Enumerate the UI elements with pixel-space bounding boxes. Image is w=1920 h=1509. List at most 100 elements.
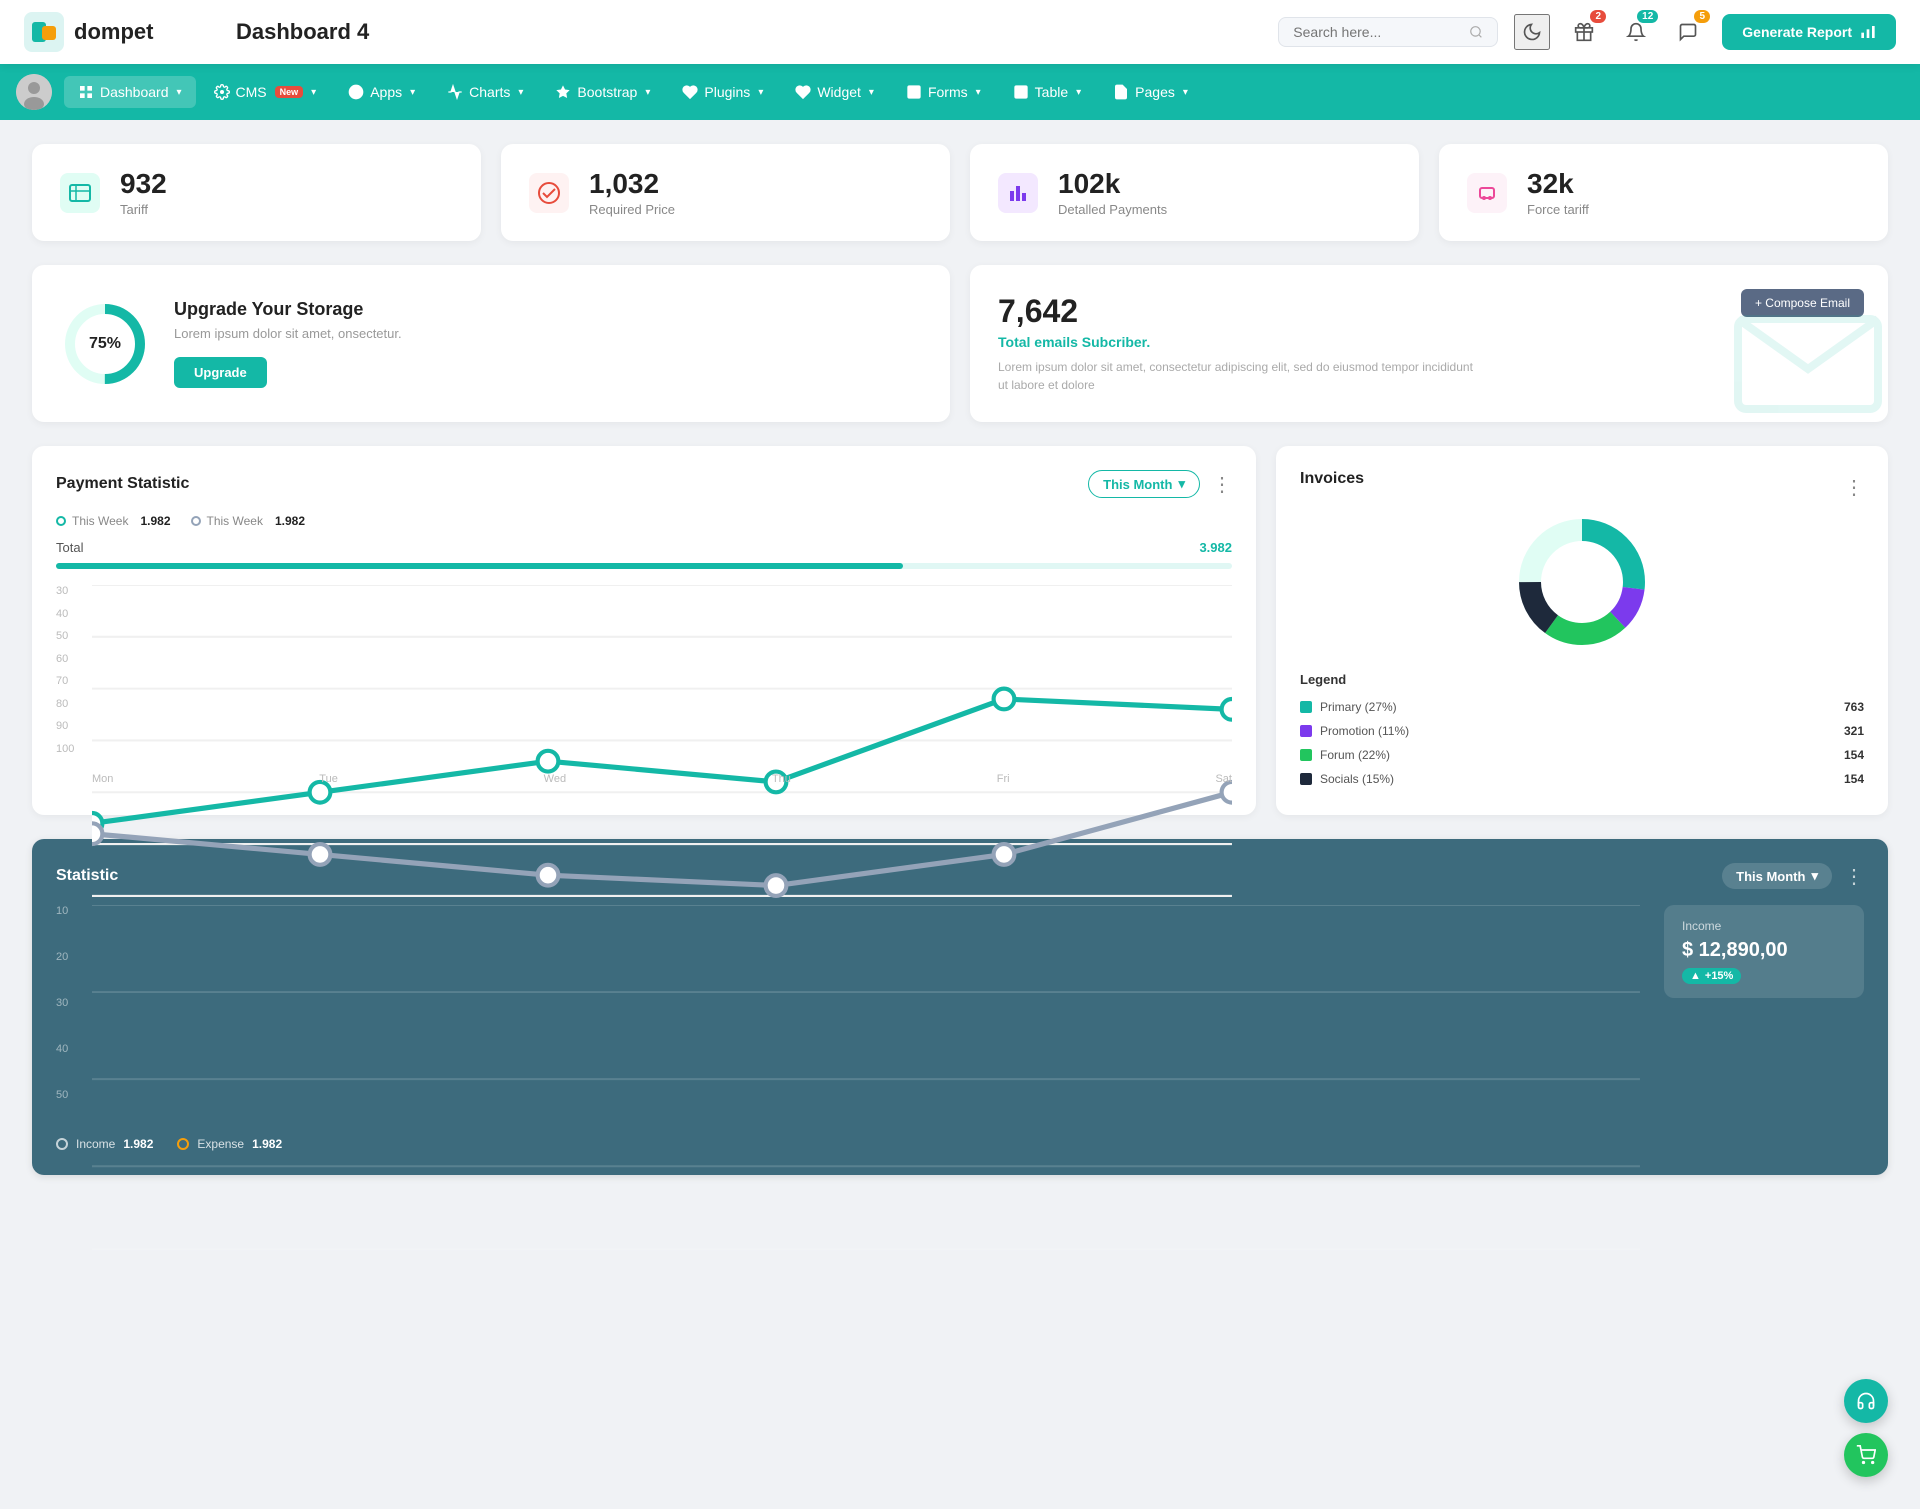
charts-chevron: ▾ bbox=[518, 87, 523, 98]
bell-btn[interactable]: 12 bbox=[1618, 14, 1654, 50]
bar-chart-icon bbox=[1860, 24, 1876, 40]
chart-legend: This Week 1.982 This Week 1.982 bbox=[56, 514, 1232, 528]
header: dompet Dashboard 4 2 12 5 Generate Repor… bbox=[0, 0, 1920, 64]
navbar: Dashboard ▾ CMS New ▾ Apps ▾ Charts ▾ Bo… bbox=[0, 64, 1920, 120]
month-select-btn[interactable]: This Month ▾ bbox=[1088, 470, 1200, 498]
generate-report-btn[interactable]: Generate Report bbox=[1722, 14, 1896, 50]
moon-icon bbox=[1522, 22, 1542, 42]
cms-icon bbox=[214, 84, 230, 100]
stat-card-required-price: 1,032 Required Price bbox=[501, 144, 950, 241]
payment-chart-title: Payment Statistic bbox=[56, 475, 189, 493]
bootstrap-chevron: ▾ bbox=[645, 87, 650, 98]
income-badge: ▲ +15% bbox=[1682, 968, 1741, 984]
avatar-image bbox=[16, 74, 52, 110]
search-bar[interactable] bbox=[1278, 17, 1498, 47]
fab-support-btn[interactable] bbox=[1844, 1379, 1888, 1423]
middle-row: 75% Upgrade Your Storage Lorem ipsum dol… bbox=[32, 265, 1888, 422]
invoice-more-btn[interactable]: ⋮ bbox=[1844, 475, 1864, 500]
stat-y-labels: 50 40 30 20 10 bbox=[56, 905, 84, 1101]
legend-title: Legend bbox=[1300, 672, 1864, 687]
logo: dompet bbox=[24, 12, 204, 52]
forms-icon bbox=[906, 84, 922, 100]
nav-item-cms[interactable]: CMS New ▾ bbox=[200, 76, 331, 108]
chart-invoice-row: Payment Statistic This Month ▾ ⋮ This We… bbox=[32, 446, 1888, 815]
income-box: Income $ 12,890,00 ▲ +15% bbox=[1664, 905, 1864, 998]
email-envelope-icon bbox=[1728, 299, 1888, 422]
gift-btn[interactable]: 2 bbox=[1566, 14, 1602, 50]
nav-item-dashboard[interactable]: Dashboard ▾ bbox=[64, 76, 196, 108]
page-title: Dashboard 4 bbox=[236, 19, 1278, 45]
table-chevron: ▾ bbox=[1076, 87, 1081, 98]
nav-item-bootstrap[interactable]: Bootstrap ▾ bbox=[541, 76, 664, 108]
legend-row-primary: Primary (27%) 763 bbox=[1300, 695, 1864, 719]
upgrade-btn[interactable]: Upgrade bbox=[174, 357, 267, 388]
nav-item-table[interactable]: Table ▾ bbox=[999, 76, 1096, 108]
legend-item-2: This Week 1.982 bbox=[191, 514, 306, 528]
invoice-card: Invoices ⋮ Legend bbox=[1276, 446, 1888, 815]
statistic-more-btn[interactable]: ⋮ bbox=[1844, 864, 1864, 889]
statistic-controls: This Month ▾ ⋮ bbox=[1722, 863, 1864, 889]
stats-grid: 932 Tariff 1,032 Required Price 102k Det… bbox=[32, 144, 1888, 241]
nav-item-widget[interactable]: Widget ▾ bbox=[781, 76, 888, 108]
cms-chevron: ▾ bbox=[311, 87, 316, 98]
widget-chevron: ▾ bbox=[869, 87, 874, 98]
primary-color bbox=[1300, 701, 1312, 713]
stat-month-chevron: ▾ bbox=[1811, 868, 1818, 884]
storage-description: Lorem ipsum dolor sit amet, onsectetur. bbox=[174, 326, 402, 341]
stat-card-detailed-payments: 102k Detalled Payments bbox=[970, 144, 1419, 241]
required-price-icon bbox=[525, 169, 573, 217]
bell-badge: 12 bbox=[1637, 10, 1658, 23]
legend-dot-1 bbox=[56, 516, 66, 526]
forms-chevron: ▾ bbox=[976, 87, 981, 98]
force-tariff-number: 32k bbox=[1527, 168, 1589, 200]
chart-progress-bg bbox=[56, 563, 1232, 569]
plugins-icon bbox=[682, 84, 698, 100]
invoice-donut bbox=[1300, 512, 1864, 652]
chat-icon bbox=[1678, 22, 1698, 42]
bar-chart-bars bbox=[92, 905, 1640, 1101]
cms-new-badge: New bbox=[275, 86, 304, 98]
logo-icon bbox=[24, 12, 64, 52]
nav-item-pages[interactable]: Pages ▾ bbox=[1099, 76, 1202, 108]
income-box-label: Income bbox=[1682, 919, 1846, 933]
dashboard-chevron: ▾ bbox=[177, 87, 182, 98]
invoice-title: Invoices bbox=[1300, 470, 1364, 488]
storage-percent: 75% bbox=[89, 335, 121, 353]
chart-more-btn[interactable]: ⋮ bbox=[1212, 472, 1232, 497]
tariff-label: Tariff bbox=[120, 202, 167, 217]
dark-mode-btn[interactable] bbox=[1514, 14, 1550, 50]
chart-total-row: Total 3.982 bbox=[56, 540, 1232, 555]
nav-item-plugins[interactable]: Plugins ▾ bbox=[668, 76, 777, 108]
detailed-payments-number: 102k bbox=[1058, 168, 1167, 200]
gift-icon bbox=[1574, 22, 1594, 42]
force-tariff-info: 32k Force tariff bbox=[1527, 168, 1589, 217]
income-box-amount: $ 12,890,00 bbox=[1682, 939, 1846, 962]
legend-row-forum: Forum (22%) 154 bbox=[1300, 743, 1864, 767]
stat-card-force-tariff: 32k Force tariff bbox=[1439, 144, 1888, 241]
socials-color bbox=[1300, 773, 1312, 785]
tariff-icon bbox=[56, 169, 104, 217]
plugins-chevron: ▾ bbox=[758, 87, 763, 98]
x-labels: Mon Tue Wed Thu Fri Sat bbox=[92, 773, 1232, 785]
stat-card-tariff: 932 Tariff bbox=[32, 144, 481, 241]
stat-month-btn[interactable]: This Month ▾ bbox=[1722, 863, 1832, 889]
nav-item-charts[interactable]: Charts ▾ bbox=[433, 76, 537, 108]
storage-card: 75% Upgrade Your Storage Lorem ipsum dol… bbox=[32, 265, 950, 422]
pages-chevron: ▾ bbox=[1183, 87, 1188, 98]
invoice-legend-list: Primary (27%) 763 Promotion (11%) 321 Fo… bbox=[1300, 695, 1864, 791]
nav-avatar bbox=[16, 74, 52, 110]
apps-chevron: ▾ bbox=[410, 87, 415, 98]
nav-item-forms[interactable]: Forms ▾ bbox=[892, 76, 995, 108]
tariff-info: 932 Tariff bbox=[120, 168, 167, 217]
income-dot bbox=[56, 1138, 68, 1150]
legend-row-promotion: Promotion (11%) 321 bbox=[1300, 719, 1864, 743]
force-tariff-label: Force tariff bbox=[1527, 202, 1589, 217]
email-card: + Compose Email 7,642 Total emails Subcr… bbox=[970, 265, 1888, 422]
total-value: 3.982 bbox=[1199, 540, 1232, 555]
chat-btn[interactable]: 5 bbox=[1670, 14, 1706, 50]
required-price-number: 1,032 bbox=[589, 168, 675, 200]
search-input[interactable] bbox=[1293, 24, 1461, 40]
chart-progress-fill bbox=[56, 563, 903, 569]
nav-item-apps[interactable]: Apps ▾ bbox=[334, 76, 429, 108]
fab-cart-btn[interactable] bbox=[1844, 1433, 1888, 1477]
